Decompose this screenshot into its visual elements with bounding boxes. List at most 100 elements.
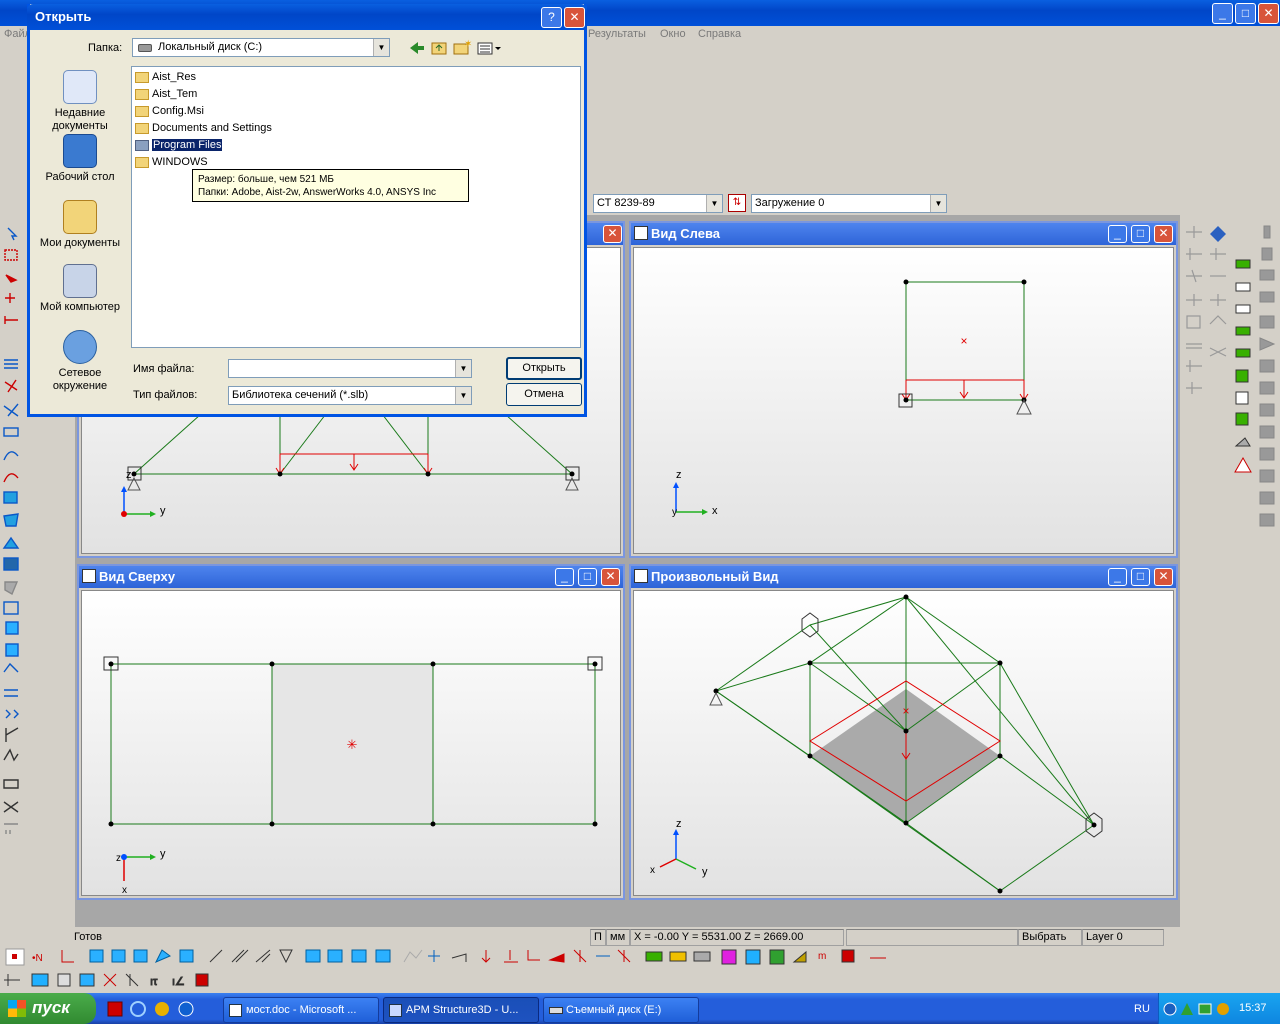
top-view-minimize-button[interactable]: _ <box>555 568 574 586</box>
top-view-close-button[interactable]: ✕ <box>601 568 620 586</box>
menu-help[interactable]: Справка <box>698 28 741 40</box>
main-close-button[interactable]: ✕ <box>1258 3 1279 24</box>
right-toolbar-1-icons[interactable] <box>1182 220 1206 400</box>
places-bar: Недавние документы Рабочий стол Мои доку… <box>30 64 130 404</box>
place-my-computer[interactable]: Мой компьютер <box>30 264 130 314</box>
place-network-label: Сетевое окружение <box>52 367 108 392</box>
top-view-maximize-button[interactable]: □ <box>578 568 597 586</box>
filetype-label: Тип файлов: <box>133 389 198 401</box>
folder-toolbar[interactable]: ✶ <box>404 38 504 58</box>
left-view-minimize-button[interactable]: _ <box>1108 225 1127 243</box>
bottom-toolbar-1-icons[interactable]: •N m <box>0 946 900 968</box>
dialog-close-button[interactable]: ✕ <box>564 7 585 28</box>
taskbar-item-apm[interactable]: APM Structure3D - U... <box>383 997 539 1023</box>
load-combo[interactable]: Загружение 0 ▼ <box>751 194 947 213</box>
free-view-window[interactable]: Произвольный Вид _ □ ✕ × z y x <box>629 564 1178 900</box>
left-toolbar-icons[interactable] <box>0 220 24 870</box>
file-list[interactable]: Aist_Res Aist_Tem Config.Msi Documents a… <box>131 66 581 348</box>
left-view-close-button[interactable]: ✕ <box>1154 225 1173 243</box>
right-toolbar-2-icons[interactable] <box>1206 220 1230 370</box>
status-coords: X = -0.00 Y = 5531.00 Z = 2669.00 <box>630 929 844 946</box>
main-minimize-button[interactable]: _ <box>1212 3 1233 24</box>
front-view-close-button[interactable]: ✕ <box>603 225 622 243</box>
dialog-help-button[interactable]: ? <box>541 7 562 28</box>
list-item[interactable]: Config.Msi <box>135 103 204 119</box>
dialog-title-bar: Открыть <box>27 4 587 30</box>
file-name: Aist_Res <box>152 71 197 83</box>
place-desktop[interactable]: Рабочий стол <box>30 134 130 184</box>
chevron-down-icon[interactable]: ▼ <box>930 195 946 212</box>
quick-launch[interactable] <box>104 998 204 1020</box>
language-indicator[interactable]: RU <box>1134 1003 1150 1015</box>
svg-text:m: m <box>818 951 826 962</box>
status-layer: Layer 0 <box>1082 929 1164 946</box>
menu-window[interactable]: Окно <box>660 28 686 40</box>
list-item[interactable]: Aist_Res <box>135 69 196 85</box>
menu-results[interactable]: Результаты <box>588 28 646 40</box>
left-view-window[interactable]: Вид Слева _ □ ✕ × z x y <box>629 221 1178 558</box>
chevron-down-icon[interactable]: ▼ <box>455 387 471 404</box>
top-view-title: Вид Сверху <box>99 569 176 584</box>
filetype-value: Библиотека сечений (*.slb) <box>232 389 369 401</box>
left-view-viewport[interactable]: × z x y <box>633 247 1174 554</box>
folder-combo[interactable]: Локальный диск (C:) ▼ <box>132 38 390 57</box>
bottom-toolbar-1: •N m <box>0 946 900 968</box>
place-network[interactable]: Сетевое окружение <box>30 330 130 393</box>
list-item[interactable]: Documents and Settings <box>135 120 272 136</box>
svg-text:×: × <box>902 704 909 718</box>
place-recent[interactable]: Недавние документы <box>30 70 130 133</box>
tray-icons[interactable] <box>1163 1001 1235 1017</box>
svg-text:ı∠: ı∠ <box>172 976 185 988</box>
right-toolbar-3-icons[interactable] <box>1231 250 1255 480</box>
status-ready: Готов <box>74 931 102 943</box>
start-button[interactable]: пуск <box>0 993 96 1024</box>
folder-icon <box>135 123 149 134</box>
folder-icon <box>135 140 149 151</box>
status-units-text: мм <box>610 931 626 943</box>
my-computer-icon <box>63 264 97 298</box>
list-item[interactable]: Aist_Tem <box>135 86 197 102</box>
taskbar-item-word[interactable]: мост.doc - Microsoft ... <box>223 997 379 1023</box>
main-maximize-button[interactable]: □ <box>1235 3 1256 24</box>
free-view-title: Произвольный Вид <box>651 569 779 584</box>
right-toolbar-4-icons[interactable] <box>1256 220 1280 530</box>
free-view-maximize-button[interactable]: □ <box>1131 568 1150 586</box>
free-axis-z: z <box>676 818 682 830</box>
folder-tooltip: Размер: больше, чем 521 МБ Папки: Adobe,… <box>192 169 469 202</box>
free-view-minimize-button[interactable]: _ <box>1108 568 1127 586</box>
chevron-down-icon[interactable]: ▼ <box>373 39 389 56</box>
load-combo-value: Загружение 0 <box>755 197 825 209</box>
cancel-button[interactable]: Отмена <box>506 383 582 406</box>
place-recent-label: Недавние документы <box>52 107 108 132</box>
load-icon[interactable]: ⇅ <box>728 194 746 212</box>
file-name: Documents and Settings <box>152 122 272 134</box>
standard-combo[interactable]: СТ 8239-89 ▼ <box>593 194 723 213</box>
status-p: П <box>590 929 606 946</box>
top-axis-y: y <box>160 848 166 860</box>
view-icon <box>634 569 648 583</box>
place-my-documents[interactable]: Мои документы <box>30 200 130 250</box>
left-view-maximize-button[interactable]: □ <box>1131 225 1150 243</box>
left-view-drawing: × z x y <box>672 279 1032 518</box>
chevron-down-icon[interactable]: ▼ <box>455 360 471 377</box>
folder-icon <box>135 106 149 117</box>
svg-text:ıτ: ıτ <box>150 976 158 988</box>
filename-input[interactable]: ▼ <box>228 359 472 378</box>
right-toolbar-3 <box>1231 250 1255 480</box>
chevron-down-icon[interactable]: ▼ <box>706 195 722 212</box>
top-view-viewport[interactable]: ✳ y x z <box>81 590 621 896</box>
filetype-combo[interactable]: Библиотека сечений (*.slb) ▼ <box>228 386 472 405</box>
folder-value: Локальный диск (C:) <box>158 41 263 53</box>
network-icon <box>63 330 97 364</box>
list-item-selected[interactable]: Program Files <box>135 137 224 153</box>
top-view-window[interactable]: Вид Сверху _ □ ✕ ✳ y x z <box>77 564 625 900</box>
free-view-viewport[interactable]: × z y x <box>633 590 1174 896</box>
free-view-close-button[interactable]: ✕ <box>1154 568 1173 586</box>
system-tray: 15:37 <box>1158 993 1280 1024</box>
taskbar-item-drive[interactable]: Съемный диск (E:) <box>543 997 699 1023</box>
list-item[interactable]: WINDOWS <box>135 154 208 170</box>
top-view-drawing: ✳ y x z <box>103 656 603 896</box>
bottom-toolbar-2-icons[interactable]: ıτ ı∠ <box>0 968 220 992</box>
open-button[interactable]: Открыть <box>506 357 582 380</box>
tooltip-folders: Папки: Adobe, Aist-2w, AnswerWorks 4.0, … <box>198 187 437 198</box>
